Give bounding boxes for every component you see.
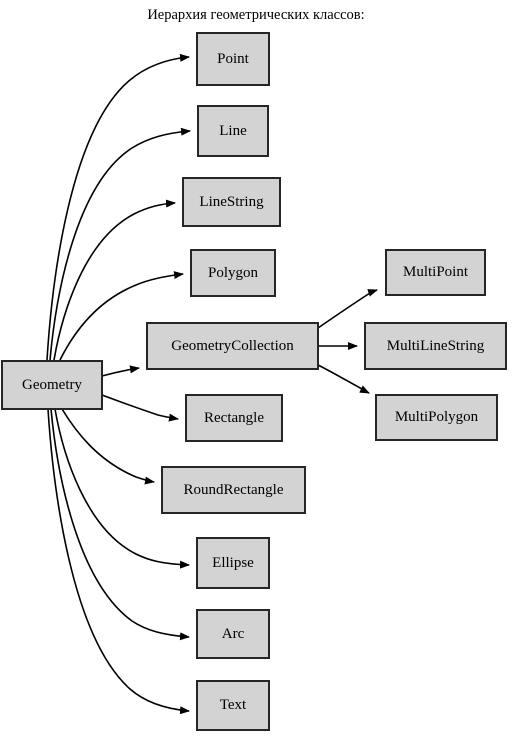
diagram-canvas: Иерархия геометрических классов: Geometr…	[0, 0, 512, 737]
node-arc[interactable]: Arc	[196, 609, 270, 659]
node-label: LineString	[199, 193, 264, 210]
edge-geometry-rectangle	[101, 394, 179, 422]
edge-geometry-geometrycollection	[101, 365, 140, 377]
node-roundrectangle[interactable]: RoundRectangle	[161, 466, 306, 514]
node-multipolygon[interactable]: MultiPolygon	[375, 394, 498, 441]
node-label: MultiPoint	[402, 264, 469, 280]
node-geometry[interactable]: Geometry	[1, 360, 103, 410]
edge-geometry-point	[46, 53, 190, 361]
node-point[interactable]: Point	[196, 32, 270, 86]
edge-geometry-roundrectangle	[61, 408, 155, 485]
node-label: MultiLineString	[386, 337, 485, 354]
node-label: RoundRectangle	[183, 481, 284, 498]
node-label: Point	[217, 50, 249, 67]
node-label: Line	[219, 122, 247, 139]
node-polygon[interactable]: Polygon	[190, 249, 276, 297]
node-text[interactable]: Text	[196, 680, 270, 731]
node-label: Ellipse	[212, 554, 254, 571]
node-label: Polygon	[207, 264, 258, 281]
edge-geometry-arc	[50, 408, 190, 641]
node-multilinestring[interactable]: MultiLineString	[364, 322, 507, 370]
edge-geometrycollection-multipolygon	[317, 364, 370, 394]
node-ellipse[interactable]: Ellipse	[196, 537, 270, 589]
node-multipoint[interactable]: MultiPoint	[385, 249, 486, 296]
node-label: Rectangle	[204, 409, 264, 426]
node-rectangle[interactable]: Rectangle	[185, 394, 283, 442]
node-label: Arc	[221, 625, 245, 642]
node-label: Geometry	[22, 376, 82, 393]
node-geometrycollection[interactable]: GeometryCollection	[146, 322, 319, 370]
node-label: GeometryCollection	[171, 337, 294, 354]
node-line[interactable]: Line	[197, 105, 269, 157]
edge-geometry-text	[47, 408, 190, 715]
node-linestring[interactable]: LineString	[182, 177, 281, 227]
node-label: MultiPolygon	[394, 409, 479, 425]
node-label: Text	[219, 697, 247, 713]
